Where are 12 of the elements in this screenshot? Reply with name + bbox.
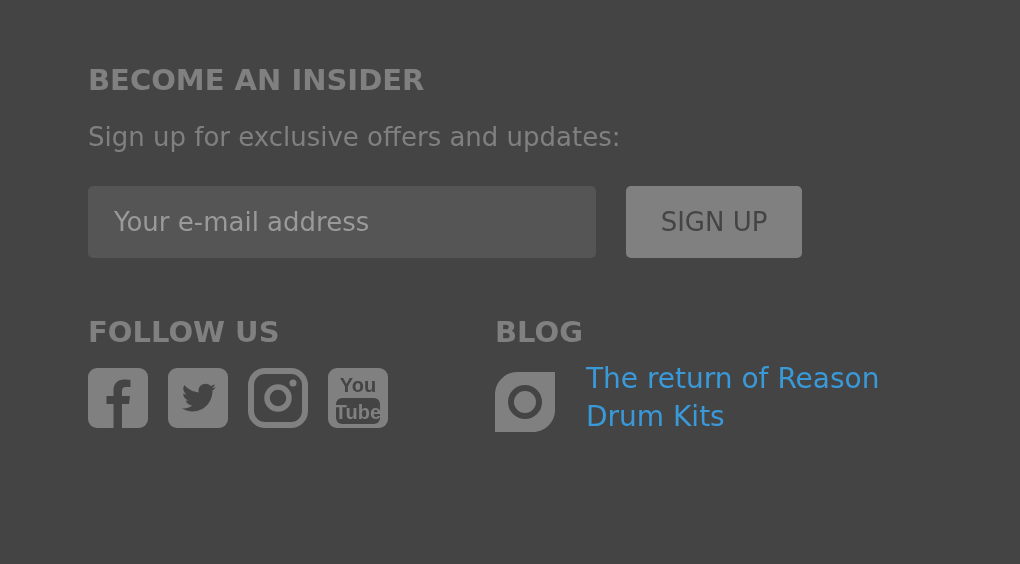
video-logo-icon[interactable]: You Tube (328, 368, 388, 428)
letter-f-icon[interactable] (88, 368, 148, 428)
section-heading: BLOG (495, 314, 584, 350)
section-heading: FOLLOW US (88, 314, 281, 350)
signup-text: Sign up for exclusive offers and updates: (88, 121, 622, 154)
bird-icon[interactable] (168, 368, 228, 428)
camera-icon[interactable] (248, 368, 308, 428)
ring-logo-icon (495, 372, 555, 432)
signup-button[interactable]: SIGN UP (626, 186, 802, 258)
email-field[interactable]: Your e-mail address (88, 186, 596, 258)
blog-post-link[interactable]: The return of Reason Drum Kits (586, 360, 906, 436)
section-heading: BECOME AN INSIDER (88, 62, 426, 98)
